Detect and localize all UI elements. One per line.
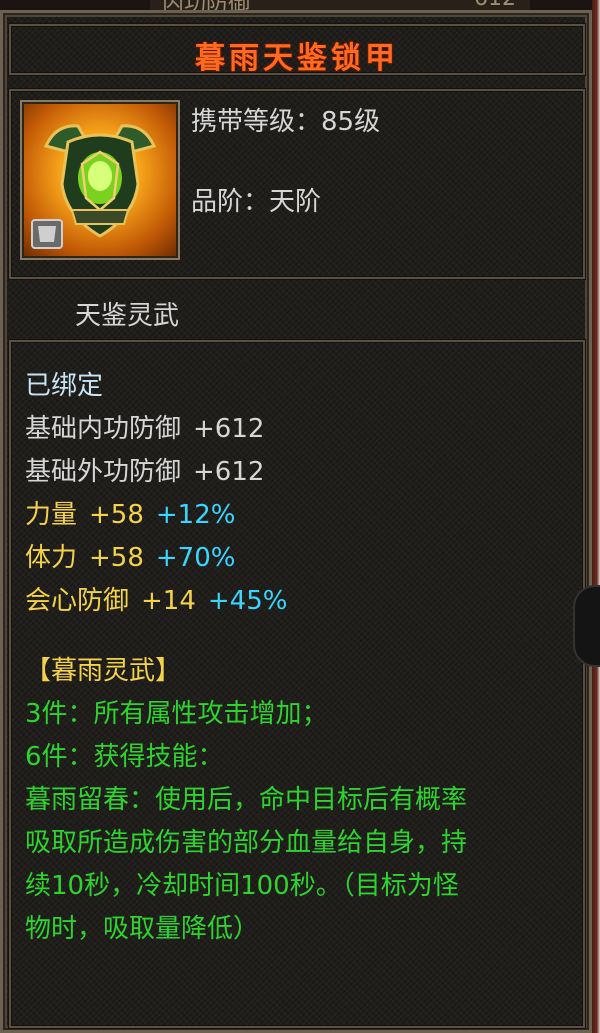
bonus-stat-row: 会心防御 +14 +45%: [25, 580, 287, 617]
set-bonus-title: 【暮雨灵武】: [25, 656, 182, 686]
stat-value: +612: [193, 414, 265, 444]
item-name: 暮雨天鉴锁甲: [195, 41, 399, 76]
stat-percent: +70%: [155, 543, 236, 573]
set-bonus-line: 6件：获得技能：: [25, 742, 224, 772]
required-level: 携带等级：85级: [191, 107, 381, 137]
stat-value: +58: [89, 543, 144, 573]
set-bonus-line: 吸取所造成伤害的部分血量给自身，持: [25, 828, 468, 858]
background-window-edge: [592, 0, 600, 1033]
set-bonus-line: 3件：所有属性攻击增加；: [25, 699, 328, 729]
title-frame: 暮雨天鉴锁甲: [9, 24, 585, 76]
bonus-stat-row: 体力 +58 +70%: [25, 537, 235, 574]
item-tooltip: 暮雨天鉴锁甲 携带等级：85级 品阶：天阶 天鉴灵武 已绑定 基础内功防御 +61…: [0, 10, 592, 1033]
stat-name: 体力: [25, 543, 78, 573]
bound-status: 已绑定: [25, 371, 104, 401]
stat-name: 基础内功防御: [25, 414, 182, 444]
side-scroll-handle[interactable]: [573, 585, 600, 667]
stat-value: +14: [141, 586, 196, 616]
stat-name: 基础外功防御: [25, 457, 182, 487]
stat-name: 力量: [25, 500, 78, 530]
set-bonus-line: 物时，吸取量降低）: [25, 914, 260, 944]
set-name: 天鉴灵武: [75, 301, 180, 331]
base-stat-row: 基础内功防御 +612: [25, 408, 264, 445]
stat-value: +58: [89, 500, 144, 530]
stat-percent: +45%: [207, 586, 288, 616]
item-grade: 品阶：天阶: [191, 187, 322, 217]
stat-percent: +12%: [155, 500, 236, 530]
base-stat-row: 基础外功防御 +612: [25, 451, 264, 488]
set-bonus-line: 续10秒，冷却时间100秒。（目标为怪: [25, 871, 459, 901]
chest-armor-icon: [20, 100, 180, 260]
set-bonus-line: 暮雨留春：使用后，命中目标后有概率: [25, 785, 468, 815]
bonus-stat-row: 力量 +58 +12%: [25, 494, 235, 531]
stat-name: 会心防御: [25, 586, 130, 616]
stat-value: +612: [193, 457, 265, 487]
